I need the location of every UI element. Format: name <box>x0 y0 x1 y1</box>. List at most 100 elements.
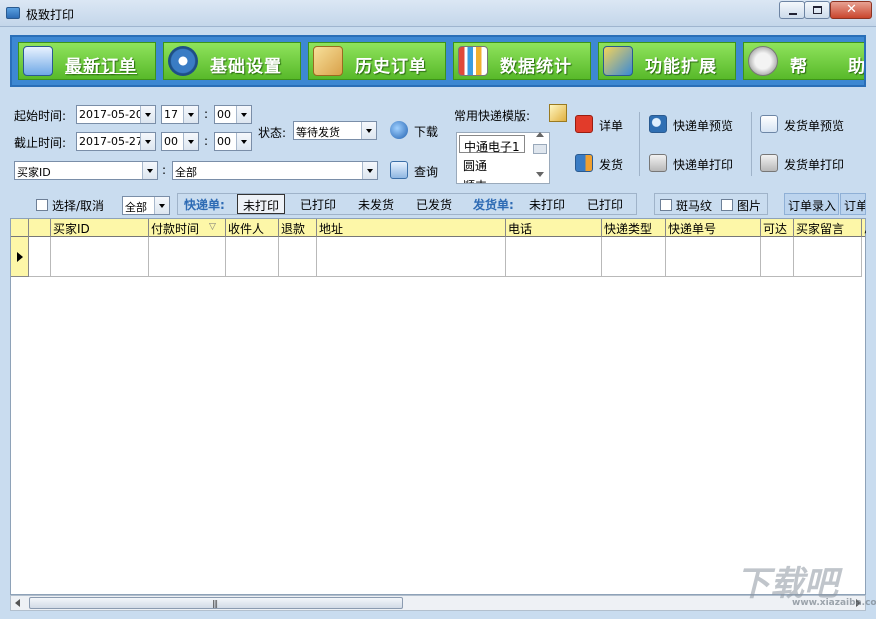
end-time-label: 截止时间: <box>14 136 67 150</box>
maximize-button[interactable] <box>804 1 830 19</box>
dropdown-arrow-icon[interactable] <box>183 106 198 123</box>
start-hour-select[interactable]: 17 <box>161 105 199 124</box>
grid-cell[interactable] <box>506 237 602 277</box>
template-item[interactable]: 顺丰 <box>459 175 491 183</box>
end-hour-select[interactable]: 00 <box>161 132 199 151</box>
column-header[interactable]: 总 <box>862 219 866 237</box>
grid-cell[interactable] <box>602 237 666 277</box>
template-item[interactable]: 中通电子1 <box>459 135 525 154</box>
express-unprinted-filter[interactable]: 未打印 <box>237 194 286 214</box>
express-printed-filter[interactable]: 已打印 <box>295 194 341 214</box>
scroll-up-icon[interactable] <box>536 132 544 137</box>
dropdown-arrow-icon[interactable] <box>142 162 157 179</box>
scroll-down-icon[interactable] <box>536 172 544 177</box>
order-entry-button[interactable]: 订单录入 <box>784 193 839 215</box>
nav-data-statistics[interactable]: 数据统计 <box>453 42 591 80</box>
end-minute-select[interactable]: 00 <box>214 132 252 151</box>
dropdown-arrow-icon[interactable] <box>140 106 155 123</box>
dropdown-arrow-icon[interactable] <box>361 122 376 139</box>
puzzle-extension-icon <box>603 46 633 76</box>
nav-label: 帮 <box>790 57 808 77</box>
keyword-select[interactable]: 全部 <box>172 161 378 180</box>
row-selector-icon[interactable] <box>11 237 29 277</box>
grid-cell[interactable] <box>149 237 226 277</box>
nav-feature-extension[interactable]: 功能扩展 <box>598 42 736 80</box>
edit-template-icon[interactable] <box>549 104 567 122</box>
grid-cell[interactable] <box>666 237 761 277</box>
grid-cell[interactable] <box>51 237 149 277</box>
grid-cell[interactable] <box>29 237 51 277</box>
start-minute-select[interactable]: 00 <box>214 105 252 124</box>
minimize-button[interactable] <box>779 1 805 19</box>
express-preview-button[interactable]: 快递单预览 <box>649 114 745 136</box>
end-date-picker[interactable]: 2017-05-27 <box>76 132 156 151</box>
download-globe-icon <box>390 121 408 139</box>
ship-button[interactable]: 发货 <box>575 153 631 175</box>
column-header[interactable]: 收件人 <box>226 219 279 237</box>
grid-check-column[interactable] <box>29 219 51 237</box>
unshipped-filter[interactable]: 未发货 <box>353 194 399 214</box>
scroll-thumb[interactable]: ||| <box>29 597 403 609</box>
grid-cell[interactable] <box>279 237 317 277</box>
invoice-preview-label: 发货单预览 <box>784 119 845 133</box>
nav-label: 最新订单 <box>65 57 137 77</box>
grid-cell[interactable] <box>226 237 279 277</box>
template-list-scrollbar[interactable] <box>532 128 548 184</box>
search-field-value: 买家ID <box>17 166 51 179</box>
scroll-thumb[interactable] <box>533 144 547 154</box>
scope-select[interactable]: 全部 <box>122 196 170 215</box>
column-header[interactable]: 退款 <box>279 219 317 237</box>
dropdown-arrow-icon[interactable] <box>140 133 155 150</box>
invoice-unprinted-filter[interactable]: 未打印 <box>524 194 570 214</box>
column-header[interactable]: 快递类型 <box>602 219 666 237</box>
column-header[interactable]: 可达 <box>761 219 794 237</box>
zebra-label: 斑马纹 <box>676 199 713 213</box>
help-question-icon <box>748 46 778 76</box>
column-header[interactable]: 买家ID <box>51 219 149 237</box>
grid-cell[interactable] <box>317 237 506 277</box>
orders-grid[interactable]: 买家ID 付款时间 收件人 退款 地址 电话 快递类型 快递单号 可达 买家留言… <box>10 218 866 595</box>
dropdown-arrow-icon[interactable] <box>154 197 169 214</box>
grid-cell[interactable] <box>761 237 794 277</box>
end-hour-value: 00 <box>164 135 178 148</box>
start-date-picker[interactable]: 2017-05-20 <box>76 105 156 124</box>
nav-basic-settings[interactable]: 基础设置 <box>163 42 301 80</box>
close-button[interactable]: ✕ <box>830 1 872 19</box>
toolbar-separator <box>751 112 752 176</box>
nav-history-orders[interactable]: 历史订单 <box>308 42 446 80</box>
download-label: 下载 <box>414 125 439 139</box>
title-bar: 极致打印 ✕ <box>0 0 876 27</box>
dropdown-arrow-icon[interactable] <box>236 106 251 123</box>
scroll-left-icon[interactable] <box>15 599 20 607</box>
query-window-icon <box>390 161 408 179</box>
column-header[interactable]: 电话 <box>506 219 602 237</box>
nav-help[interactable]: 帮 助 <box>743 42 864 80</box>
zebra-checkbox[interactable] <box>660 199 672 211</box>
download-button[interactable]: 下载 <box>390 120 446 142</box>
nav-label: 数据统计 <box>500 57 572 77</box>
nav-latest-orders[interactable]: 最新订单 <box>18 42 156 80</box>
dropdown-arrow-icon[interactable] <box>362 162 377 179</box>
order-more-button[interactable]: 订单 <box>840 193 866 215</box>
invoice-printed-filter[interactable]: 已打印 <box>582 194 628 214</box>
dropdown-arrow-icon[interactable] <box>236 133 251 150</box>
invoice-preview-button[interactable]: 发货单预览 <box>760 114 860 136</box>
column-header[interactable]: 地址 <box>317 219 506 237</box>
express-print-button[interactable]: 快递单打印 <box>649 153 745 175</box>
app-printer-icon <box>6 7 20 19</box>
invoice-filter-label: 发货单: <box>473 198 514 212</box>
column-header[interactable]: 快递单号 <box>666 219 761 237</box>
template-item[interactable]: 圆通 <box>459 155 491 173</box>
search-field-select[interactable]: 买家ID <box>14 161 158 180</box>
dropdown-arrow-icon[interactable] <box>183 133 198 150</box>
detail-button[interactable]: 详单 <box>575 114 631 136</box>
column-header[interactable]: 买家留言 <box>794 219 862 237</box>
query-button[interactable]: 查询 <box>390 160 446 182</box>
scope-value: 全部 <box>125 201 147 214</box>
shipped-filter[interactable]: 已发货 <box>411 194 457 214</box>
picture-checkbox[interactable] <box>721 199 733 211</box>
grid-cell[interactable] <box>794 237 862 277</box>
select-all-checkbox[interactable] <box>36 199 48 211</box>
invoice-print-button[interactable]: 发货单打印 <box>760 153 860 175</box>
status-select[interactable]: 等待发货 <box>293 121 377 140</box>
